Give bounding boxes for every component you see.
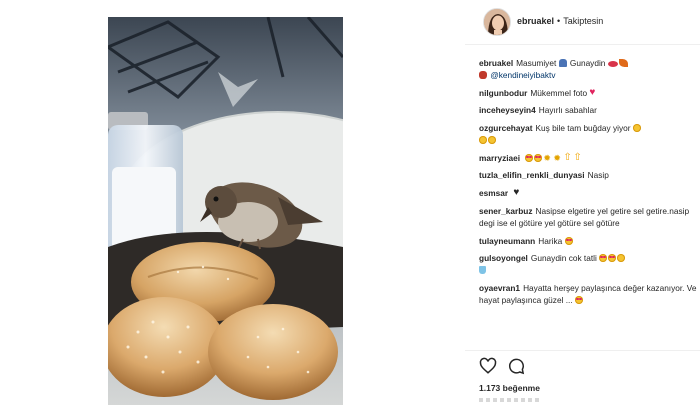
comment-text: Masumiyet	[516, 58, 557, 68]
comment-username[interactable]: marryziaei	[479, 153, 520, 163]
list-item: tuzla_elifin_renkli_dunyasi Nasip	[479, 170, 697, 182]
header-separator: •	[557, 16, 561, 26]
smile-emoji-icon	[617, 254, 626, 263]
arrow-emoji-icon	[573, 151, 582, 165]
comment-text: Gunaydin cok tatli	[530, 253, 597, 264]
heart-emoji-icon	[589, 86, 598, 100]
comment-username[interactable]: nilgunbodur	[479, 88, 527, 98]
comment-text: Harika	[538, 235, 563, 246]
comment-text: Mükemmel foto	[530, 87, 588, 98]
comment-text-2: Gunaydin	[569, 58, 606, 68]
comment-bubble-icon[interactable]	[507, 357, 525, 375]
comment-username[interactable]: oyaevran1	[479, 283, 520, 293]
flower-emoji-icon	[479, 70, 487, 79]
photo-sparrow-bread	[108, 17, 343, 405]
profile-avatar[interactable]	[483, 8, 511, 36]
heart-eyes-emoji-icon	[525, 153, 534, 162]
list-item: esmsar	[479, 186, 697, 200]
divider	[465, 350, 700, 351]
heart-outline-icon[interactable]	[479, 357, 497, 375]
list-item: inceheyseyin4 Hayırlı sabahlar	[479, 105, 697, 117]
mug-emoji-icon	[479, 266, 486, 275]
comment-text: Nasip	[587, 170, 609, 181]
person-emoji-icon	[558, 59, 567, 67]
list-item: gulsoyongel Gunaydin cok tatli	[479, 253, 697, 277]
header-username[interactable]: ebruakel	[517, 16, 554, 26]
sparkle-emoji-icon	[543, 152, 552, 165]
comment-username[interactable]: tulayneumann	[479, 236, 535, 246]
mention-link[interactable]: @kendineiyibaktv	[490, 70, 555, 80]
post-header: ebruakel • Takiptesin	[465, 0, 700, 45]
smile-emoji-icon	[632, 124, 641, 133]
list-item: sener_karbuz Nasipse elgetire yel getire …	[479, 206, 697, 230]
heart-eyes-emoji-icon	[534, 153, 543, 162]
likes-count[interactable]: 1.173 beğenme	[479, 383, 540, 393]
heart-eyes-emoji-icon	[599, 254, 608, 263]
post-actions	[479, 357, 539, 377]
leaf-emoji-icon	[618, 59, 628, 67]
black-heart-emoji-icon	[513, 186, 522, 200]
timestamp-placeholder	[479, 398, 539, 402]
list-item: tulayneumann Harika	[479, 236, 697, 248]
smile-emoji-icon	[479, 135, 487, 144]
list-item: oyaevran1 Hayatta herşey paylaşınca değer…	[479, 283, 697, 307]
smile-emoji-icon	[488, 135, 496, 144]
comment-text: Hayırlı sabahlar	[538, 105, 597, 116]
comment-username[interactable]: sener_karbuz	[479, 206, 533, 216]
follow-status[interactable]: Takiptesin	[563, 16, 603, 26]
comment-username[interactable]: esmsar	[479, 188, 508, 198]
caption: ebruakel Masumiyet Gunaydin @kendineiyiba…	[479, 58, 697, 82]
comment-username[interactable]: gulsoyongel	[479, 253, 528, 263]
post-photo[interactable]	[108, 17, 343, 405]
list-item: ozgurcehayat Kuş bile tam buğday yiyor	[479, 123, 697, 147]
comment-username[interactable]: inceheyseyin4	[479, 105, 536, 115]
heart-eyes-emoji-icon	[574, 295, 583, 304]
comment-username[interactable]: ozgurcehayat	[479, 123, 532, 133]
list-item: nilgunbodur Mükemmel foto	[479, 86, 697, 100]
comment-username[interactable]: ebruakel	[479, 58, 513, 68]
sparkle-emoji-icon	[553, 152, 562, 165]
comment-text: Kuş bile tam buğday yiyor	[535, 123, 631, 134]
comment-username[interactable]: tuzla_elifin_renkli_dunyasi	[479, 170, 585, 180]
lips-emoji-icon	[607, 61, 618, 67]
list-item: marryziaei	[479, 151, 697, 165]
avatar-image	[484, 9, 510, 35]
heart-eyes-emoji-icon	[608, 254, 617, 263]
arrow-emoji-icon	[563, 151, 572, 165]
comments-list: ebruakel Masumiyet Gunaydin @kendineiyiba…	[479, 58, 697, 313]
header-text: ebruakel • Takiptesin	[517, 16, 603, 26]
heart-eyes-emoji-icon	[564, 236, 573, 245]
post-sidebar: ebruakel • Takiptesin ebruakel Masumiyet Gu…	[465, 0, 700, 405]
